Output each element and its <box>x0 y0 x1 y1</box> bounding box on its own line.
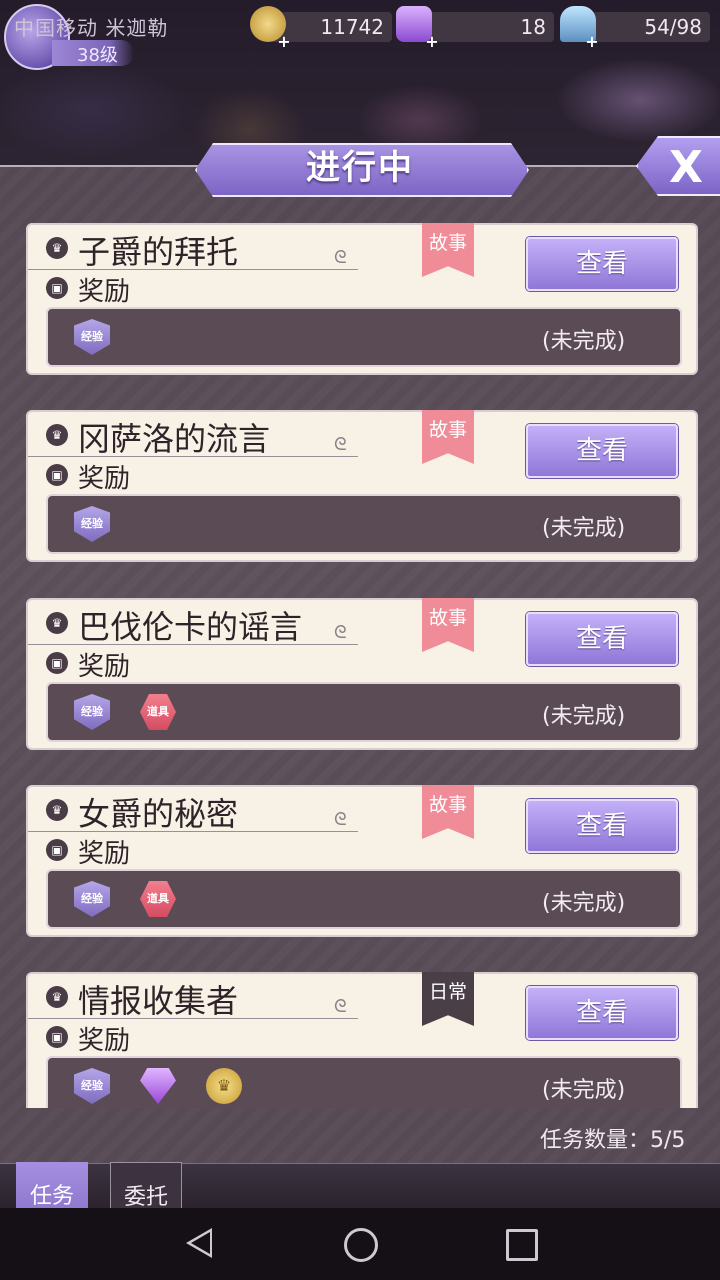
quest-type-tag: 故事 <box>422 223 474 277</box>
task-count: 任务数量：5/5 <box>540 1128 686 1153</box>
reward-label: 奖励 <box>78 1026 131 1056</box>
quest-card: ♛ 子爵的拜托 ᘓ ▣ 奖励 故事 查看 经验 (未完成) <box>26 223 698 375</box>
quest-title: 女爵的秘密 <box>78 795 239 833</box>
quest-card: ♛ 女爵的秘密 ᘓ ▣ 奖励 故事 查看 经验 道具 (未完成) <box>26 785 698 937</box>
gem-icon <box>140 1068 176 1104</box>
quest-status: (未完成) <box>542 704 626 729</box>
reward-box-icon: ▣ <box>46 464 68 486</box>
crown-icon: ♛ <box>46 424 68 446</box>
reward-label: 奖励 <box>78 652 131 682</box>
panel-title: 进行中 <box>306 148 414 188</box>
reward-box-icon: ▣ <box>46 277 68 299</box>
add-gems-button[interactable]: + <box>424 34 440 50</box>
quest-title: 情报收集者 <box>78 982 239 1020</box>
top-hud: 中国移动 米迦勒 38级 11742 + 18 + 54/98 + <box>0 0 720 70</box>
quest-status: (未完成) <box>542 516 626 541</box>
quest-type-tag: 故事 <box>422 410 474 464</box>
quest-title: 子爵的拜托 <box>78 233 239 271</box>
item-badge-icon: 道具 <box>140 694 176 730</box>
recent-apps-icon[interactable] <box>506 1229 538 1261</box>
crown-icon: ♛ <box>46 799 68 821</box>
reward-box-icon: ▣ <box>46 1026 68 1048</box>
crown-icon: ♛ <box>46 986 68 1008</box>
player-level: 38级 <box>77 45 118 66</box>
add-stamina-button[interactable]: + <box>584 34 600 50</box>
quest-type-tag: 故事 <box>422 785 474 839</box>
view-button[interactable]: 查看 <box>526 612 678 666</box>
exp-badge-icon: 经验 <box>74 881 110 917</box>
reward-box-icon: ▣ <box>46 839 68 861</box>
quest-status: (未完成) <box>542 1078 626 1103</box>
add-coins-button[interactable]: + <box>276 34 292 50</box>
crown-icon: ♛ <box>46 237 68 259</box>
reward-box: 经验 道具 (未完成) <box>46 682 682 742</box>
swirl-ornament-icon: ᘓ <box>334 809 347 830</box>
view-button[interactable]: 查看 <box>526 424 678 478</box>
reward-box: 经验 (未完成) <box>46 307 682 367</box>
back-icon-inner <box>191 1232 210 1254</box>
reward-box: 经验 ♛ (未完成) <box>46 1056 682 1108</box>
crown-coin-icon: ♛ <box>206 1068 242 1104</box>
reward-box-icon: ▣ <box>46 652 68 674</box>
reward-label: 奖励 <box>78 839 131 869</box>
quest-card: ♛ 巴伐伦卡的谣言 ᘓ ▣ 奖励 故事 查看 经验 道具 (未完成) <box>26 598 698 750</box>
quest-card: ♛ 冈萨洛的流言 ᘓ ▣ 奖励 故事 查看 经验 (未完成) <box>26 410 698 562</box>
quest-list[interactable]: ♛ 子爵的拜托 ᘓ ▣ 奖励 故事 查看 经验 (未完成) ♛ 冈萨洛的流言 ᘓ… <box>0 205 720 1108</box>
view-button[interactable]: 查看 <box>526 986 678 1040</box>
quest-card: ♛ 情报收集者 ᘓ ▣ 奖励 日常 查看 经验 ♛ (未完成) <box>26 972 698 1108</box>
view-button[interactable]: 查看 <box>526 799 678 853</box>
reward-box: 经验 道具 (未完成) <box>46 869 682 929</box>
swirl-ornament-icon: ᘓ <box>334 996 347 1017</box>
exp-badge-icon: 经验 <box>74 319 110 355</box>
reward-label: 奖励 <box>78 277 131 307</box>
home-icon[interactable] <box>344 1228 378 1262</box>
reward-box: 经验 (未完成) <box>46 494 682 554</box>
exp-badge-icon: 经验 <box>74 694 110 730</box>
quest-status: (未完成) <box>542 891 626 916</box>
swirl-ornament-icon: ᘓ <box>334 622 347 643</box>
exp-badge-icon: 经验 <box>74 1068 110 1104</box>
carrier-text: 中国移动 米迦勒 <box>14 16 169 40</box>
quest-title: 巴伐伦卡的谣言 <box>78 608 303 646</box>
swirl-ornament-icon: ᘓ <box>334 434 347 455</box>
crown-icon: ♛ <box>46 612 68 634</box>
tab-bar <box>0 1163 720 1209</box>
exp-badge-icon: 经验 <box>74 506 110 542</box>
reward-label: 奖励 <box>78 464 131 494</box>
quest-type-tag: 故事 <box>422 598 474 652</box>
swirl-ornament-icon: ᘓ <box>334 247 347 268</box>
quest-status: (未完成) <box>542 329 626 354</box>
quest-type-tag: 日常 <box>422 972 474 1026</box>
view-button[interactable]: 查看 <box>526 237 678 291</box>
quest-title: 冈萨洛的流言 <box>78 420 271 458</box>
item-badge-icon: 道具 <box>140 881 176 917</box>
